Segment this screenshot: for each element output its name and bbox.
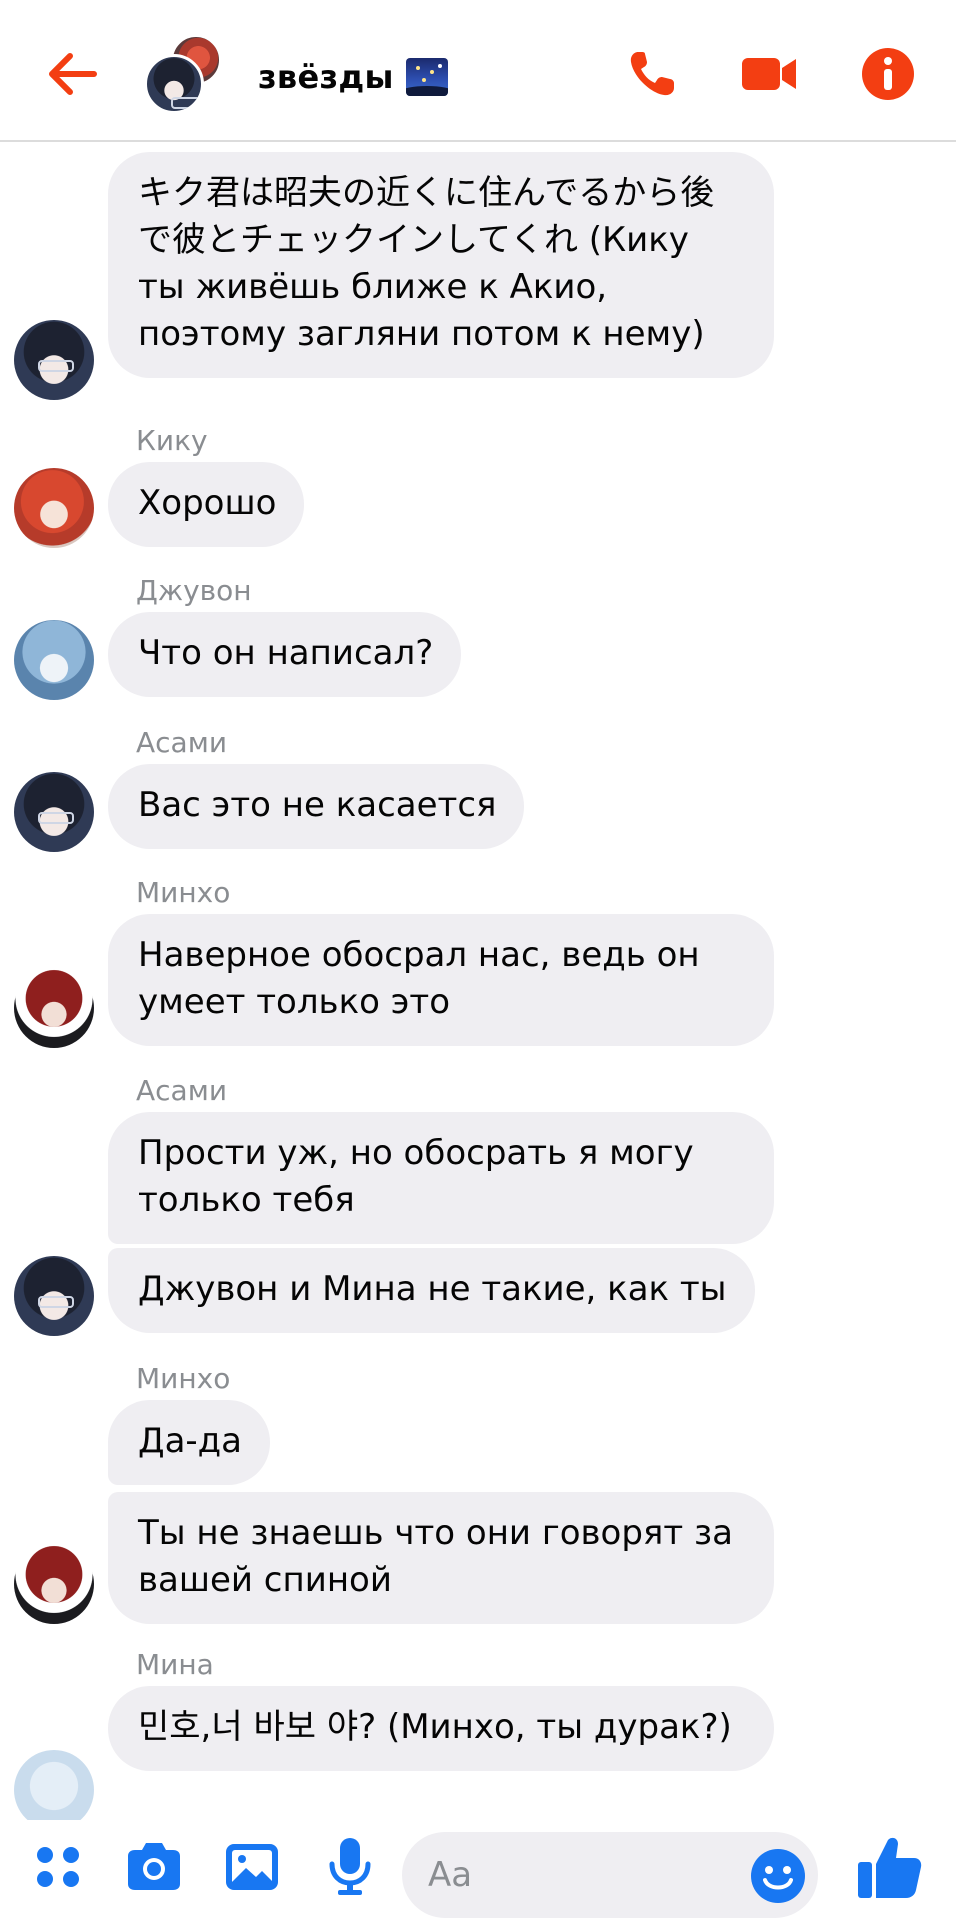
sender-name: Кику <box>136 424 208 457</box>
message-bubble[interactable]: Наверное обосрал нас, ведь он умеет толь… <box>108 914 774 1046</box>
back-arrow-icon[interactable] <box>44 48 100 100</box>
sender-name: Минхо <box>136 1362 231 1395</box>
sender-name: Джувон <box>136 574 252 607</box>
message-bubble[interactable]: Прости уж, но обосрать я могу только теб… <box>108 1112 774 1244</box>
sender-name: Минхо <box>136 876 231 909</box>
message-bubble[interactable]: キク君は昭夫の近くに住んでるから後で彼とチェックインしてくれ (Кику ты … <box>108 152 774 378</box>
info-icon[interactable] <box>858 46 918 102</box>
message-list[interactable]: キク君は昭夫の近くに住んでるから後で彼とチェックインしてくれ (Кику ты … <box>0 144 956 1820</box>
chat-header: звёзды <box>0 0 956 142</box>
avatar-minho[interactable] <box>14 968 94 1048</box>
message-text: Наверное обосрал нас, ведь он умеет толь… <box>138 935 700 1022</box>
group-avatar[interactable] <box>144 32 230 116</box>
member-avatar-front <box>144 54 204 114</box>
message-bubble[interactable]: Вас это не касается <box>108 764 525 849</box>
sender-name: Асами <box>136 726 228 759</box>
avatar-minho[interactable] <box>14 1544 94 1624</box>
message-bubble[interactable]: Хорошо <box>108 462 305 547</box>
message-bubble[interactable]: Ты не знаешь что они говорят за вашей сп… <box>108 1492 774 1624</box>
avatar-asami[interactable] <box>14 320 94 400</box>
conversation-title-text: звёзды <box>258 58 394 96</box>
night-sky-emoji-icon <box>405 58 448 96</box>
apps-grid-icon[interactable] <box>26 1834 90 1898</box>
conversation-title[interactable]: звёзды <box>258 58 448 96</box>
video-camera-icon[interactable] <box>740 46 800 102</box>
message-text: 민호,너 바보 야? (Минхо, ты дурак?) <box>138 1707 732 1747</box>
phone-icon[interactable] <box>624 46 684 102</box>
message-bubble[interactable]: Джувон и Мина не такие, как ты <box>108 1248 755 1333</box>
gallery-icon[interactable] <box>220 1834 284 1898</box>
avatar-asami[interactable] <box>14 1256 94 1336</box>
message-text: Что он написал? <box>138 633 434 673</box>
message-text: Прости уж, но обосрать я могу только теб… <box>138 1133 694 1220</box>
message-text: Да-да <box>138 1421 243 1461</box>
message-bubble[interactable]: Что он написал? <box>108 612 462 697</box>
message-text: Ты не знаешь что они говорят за вашей сп… <box>138 1513 733 1600</box>
message-composer[interactable] <box>402 1832 818 1918</box>
message-text: Хорошо <box>138 483 277 523</box>
thumbs-up-icon[interactable] <box>854 1832 924 1902</box>
avatar-kiku[interactable] <box>14 468 94 548</box>
avatar-mina[interactable] <box>14 1750 94 1820</box>
microphone-icon[interactable] <box>318 1834 382 1898</box>
message-bubble[interactable]: Да-да <box>108 1400 271 1485</box>
message-input[interactable] <box>428 1850 728 1900</box>
sender-name: Мина <box>136 1648 214 1681</box>
avatar-jiwon[interactable] <box>14 620 94 700</box>
message-text: Вас это не касается <box>138 785 497 825</box>
message-text: キク君は昭夫の近くに住んでるから後で彼とチェックインしてくれ (Кику ты … <box>138 173 715 354</box>
composer-bar <box>0 1820 956 1920</box>
message-text: Джувон и Мина не такие, как ты <box>138 1269 727 1309</box>
message-bubble[interactable]: 민호,너 바보 야? (Минхо, ты дурак?) <box>108 1686 774 1771</box>
avatar-asami[interactable] <box>14 772 94 852</box>
sender-name: Асами <box>136 1074 228 1107</box>
emoji-icon[interactable] <box>750 1848 806 1904</box>
camera-icon[interactable] <box>122 1834 186 1898</box>
